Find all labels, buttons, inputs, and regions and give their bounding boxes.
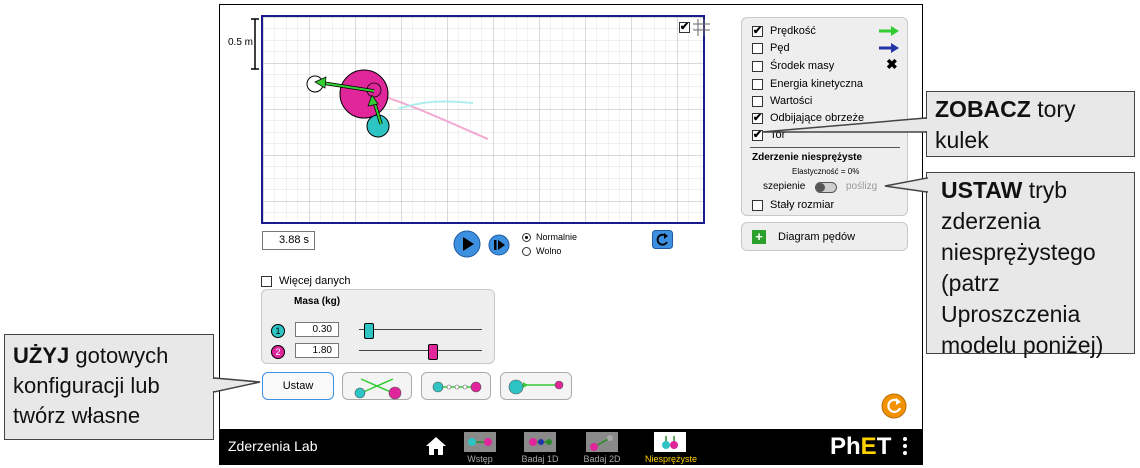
- inelastic-thumbnail: [654, 432, 686, 452]
- expand-icon[interactable]: +: [752, 229, 766, 244]
- ball1-mass-slider[interactable]: [359, 329, 482, 330]
- preset-approach-button[interactable]: [500, 372, 572, 400]
- reset-all-button[interactable]: [881, 393, 907, 419]
- grid-checkbox[interactable]: ✔: [679, 22, 690, 33]
- blue-arrow-icon: [879, 43, 899, 53]
- home-icon[interactable]: [425, 436, 447, 456]
- grid-toggle[interactable]: ✔: [679, 19, 710, 36]
- x-icon: ✖: [886, 56, 898, 72]
- speed-slow-radio[interactable]: [522, 246, 531, 256]
- momentum-diagram-panel[interactable]: + Diagram pędów: [741, 222, 908, 251]
- more-data-option[interactable]: Więcej danych: [261, 273, 351, 289]
- callout-see-paths: ZOBACZ tory kulek: [926, 91, 1135, 157]
- callout-use-pointer: [212, 377, 261, 393]
- step-button[interactable]: [488, 234, 510, 256]
- scale-bar: [251, 18, 259, 70]
- momentum-checkbox[interactable]: [752, 42, 763, 54]
- explore-1d-thumbnail: [524, 432, 556, 452]
- simulation-window: 0.5 m ✔ 3.88 s Normalnie Wolno ✔ Prędkoś…: [219, 4, 923, 465]
- option-values[interactable]: Wartości: [752, 93, 812, 109]
- speed-slow-label: Wolno: [536, 246, 562, 256]
- option-velocity[interactable]: ✔ Prędkość: [752, 23, 816, 39]
- ball2-mass-slider[interactable]: [359, 350, 482, 351]
- navigation-bar: Zderzenia Lab Wstęp Badaj 1D Badaj 2D Ni…: [220, 429, 922, 464]
- time-readout: 3.88 s: [262, 231, 315, 250]
- constant-size-checkbox[interactable]: [752, 199, 763, 211]
- option-momentum[interactable]: Pęd: [752, 40, 790, 56]
- play-area[interactable]: [261, 15, 705, 224]
- mass-panel: Masa (kg) 1 0.30 2 1.80: [261, 289, 495, 364]
- ball2-slider-thumb[interactable]: [428, 344, 438, 360]
- mass-title: Masa (kg): [294, 296, 341, 307]
- speed-normal-radio[interactable]: [522, 232, 531, 242]
- callout-use-presets: UŻYJ gotowych konfiguracji lub twórz wła…: [4, 334, 214, 440]
- approach-preset-icon: [508, 379, 564, 395]
- tab-intro[interactable]: Wstęp: [460, 432, 500, 464]
- restart-button[interactable]: [652, 230, 673, 249]
- callout-set-mode: USTAW tryb zderzenia niesprężystego (pat…: [926, 172, 1135, 358]
- divider: [750, 147, 900, 148]
- menu-dots-icon[interactable]: [903, 437, 907, 455]
- play-button[interactable]: [453, 230, 481, 258]
- stick-label: szepienie: [763, 181, 806, 192]
- ball2-mass-value: 1.80: [295, 343, 339, 358]
- ball-2: [339, 69, 389, 119]
- option-constant-size[interactable]: Stały rozmiar: [752, 197, 834, 213]
- preset-chain-button[interactable]: [421, 372, 491, 400]
- stick-slip-toggle[interactable]: [815, 182, 837, 193]
- tab-explore-1d[interactable]: Badaj 1D: [520, 432, 560, 464]
- speed-normal[interactable]: Normalnie: [522, 232, 577, 242]
- speed-normal-label: Normalnie: [536, 232, 578, 242]
- momentum-diagram-label: Diagram pędów: [778, 230, 856, 243]
- velocity-checkbox[interactable]: ✔: [752, 25, 763, 37]
- callout-set-pointer: [884, 177, 929, 193]
- explore-2d-thumbnail: [586, 432, 618, 452]
- more-data-checkbox[interactable]: [261, 275, 272, 287]
- grid-icon: [693, 19, 710, 36]
- phet-logo[interactable]: PhET: [830, 433, 891, 461]
- option-center-of-mass[interactable]: Środek masy: [752, 58, 834, 74]
- tab-inelastic[interactable]: Niesprężyste: [645, 432, 697, 464]
- kinetic-energy-checkbox[interactable]: [752, 78, 763, 90]
- elasticity-label: Elastyczność = 0%: [792, 167, 860, 176]
- app-title: Zderzenia Lab: [228, 438, 318, 454]
- values-checkbox[interactable]: [752, 95, 763, 107]
- collision-title: Zderzenie niesprężyste: [752, 152, 863, 163]
- speed-slow[interactable]: Wolno: [522, 246, 561, 256]
- chain-preset-icon: [432, 381, 482, 393]
- option-kinetic-energy[interactable]: Energia kinetyczna: [752, 76, 863, 92]
- tab-explore-2d[interactable]: Badaj 2D: [582, 432, 622, 464]
- ball2-number-icon: 2: [271, 345, 285, 359]
- custom-config-button[interactable]: Ustaw: [262, 372, 334, 400]
- crossing-preset-icon: [354, 378, 402, 400]
- ball1-number-icon: 1: [271, 324, 285, 338]
- ball1-slider-thumb[interactable]: [364, 323, 374, 339]
- ball1-mass-value: 0.30: [295, 322, 339, 337]
- green-arrow-icon: [879, 26, 899, 36]
- center-of-mass-checkbox[interactable]: [752, 60, 763, 72]
- preset-crossing-button[interactable]: [342, 372, 412, 400]
- intro-thumbnail: [464, 432, 496, 452]
- callout-see-pointer: [761, 117, 928, 133]
- slip-label: poślizg: [846, 181, 878, 192]
